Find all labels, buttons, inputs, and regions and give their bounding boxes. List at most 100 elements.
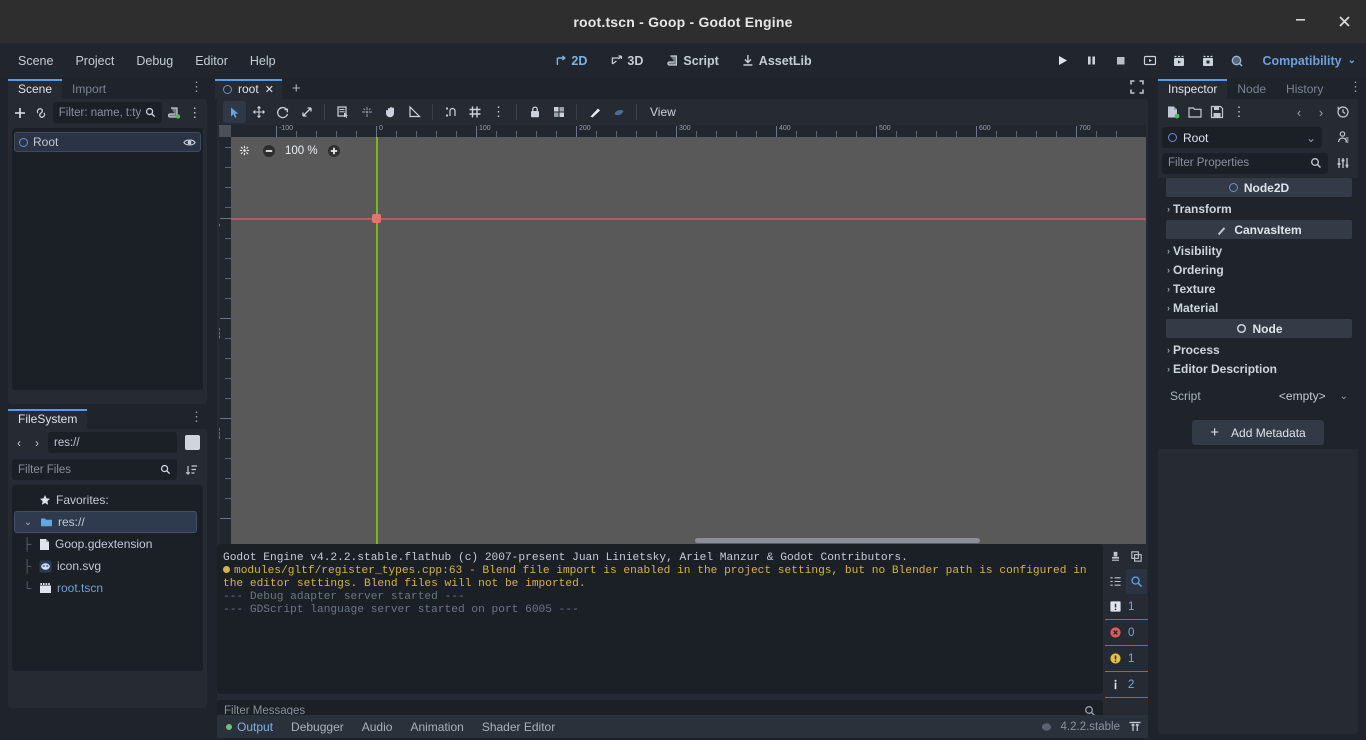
- minimize-button[interactable]: [1278, 0, 1322, 43]
- view-menu-button[interactable]: View: [643, 102, 683, 122]
- property-group-ordering[interactable]: › Ordering: [1158, 260, 1358, 279]
- filesystem-row-gdextension[interactable]: ├ Goop.gdextension: [14, 533, 201, 555]
- new-resource-icon[interactable]: [1162, 101, 1184, 123]
- resource-kebab-icon[interactable]: ⋮: [1228, 101, 1250, 123]
- output-log[interactable]: Godot Engine v4.2.2.stable.flathub (c) 2…: [217, 544, 1103, 694]
- zoom-in-icon[interactable]: [327, 143, 342, 158]
- renderer-selector[interactable]: Compatibility ⌄: [1252, 54, 1360, 68]
- fullscreen-icon[interactable]: [1130, 80, 1144, 94]
- canvas-horizontal-scrollbar[interactable]: [695, 538, 980, 543]
- grid-snap-icon[interactable]: [463, 101, 486, 123]
- open-docs-icon[interactable]: [1332, 126, 1354, 148]
- plus-icon[interactable]: [12, 102, 28, 124]
- mode-2d-button[interactable]: 2D: [546, 50, 595, 72]
- snap-options-kebab-icon[interactable]: ⋮: [487, 101, 510, 123]
- nav-forward-icon[interactable]: ›: [30, 432, 44, 454]
- menu-scene[interactable]: Scene: [8, 50, 63, 72]
- movie-start-icon[interactable]: [1165, 48, 1192, 74]
- add-metadata-button[interactable]: + Add Metadata: [1192, 420, 1324, 445]
- menu-debug[interactable]: Debug: [126, 50, 183, 72]
- scale-mode-icon[interactable]: [295, 101, 318, 123]
- nav-back-icon[interactable]: ‹: [12, 432, 26, 454]
- reload-icon[interactable]: [1332, 101, 1354, 123]
- property-group-editor-description[interactable]: › Editor Description: [1158, 359, 1358, 378]
- mode-3d-button[interactable]: 3D: [602, 50, 651, 72]
- property-group-transform[interactable]: › Transform: [1158, 199, 1358, 218]
- filesystem-row-roottscn[interactable]: └ root.tscn: [14, 577, 201, 599]
- property-group-visibility[interactable]: › Visibility: [1158, 241, 1358, 260]
- menu-help[interactable]: Help: [240, 50, 286, 72]
- toggle-split-icon[interactable]: [181, 432, 203, 454]
- filesystem-filter-input[interactable]: Filter Files: [12, 459, 177, 480]
- skeleton-options-icon[interactable]: [583, 101, 606, 123]
- clear-output-icon[interactable]: [1105, 544, 1126, 569]
- close-button[interactable]: [1322, 0, 1366, 43]
- menu-project[interactable]: Project: [65, 50, 124, 72]
- scene-dock-menu-icon[interactable]: ⋮: [190, 80, 203, 94]
- zoom-out-icon[interactable]: [261, 143, 276, 158]
- filter-properties-input[interactable]: Filter Properties: [1162, 152, 1328, 174]
- property-options-icon[interactable]: [1332, 152, 1354, 174]
- save-resource-icon[interactable]: [1206, 101, 1228, 123]
- ruler-mode-icon[interactable]: [403, 101, 426, 123]
- eye-icon[interactable]: [183, 136, 196, 149]
- instance-child-scene-icon[interactable]: [32, 102, 48, 124]
- inspector-menu-icon[interactable]: ⋮: [1349, 80, 1362, 94]
- counter-warnings[interactable]: 1: [1105, 646, 1148, 672]
- lock-selected-icon[interactable]: [607, 101, 630, 123]
- property-group-texture[interactable]: › Texture: [1158, 279, 1358, 298]
- play-scene-icon[interactable]: [1136, 48, 1163, 74]
- property-group-material[interactable]: › Material: [1158, 298, 1358, 317]
- inspector-object-selector[interactable]: Root ⌄: [1162, 127, 1322, 148]
- create-script-icon[interactable]: [166, 102, 182, 124]
- zoom-reset-icon[interactable]: [237, 143, 252, 158]
- sort-icon[interactable]: [181, 459, 203, 481]
- tab-history[interactable]: History: [1276, 79, 1333, 99]
- 2d-canvas[interactable]: -100 0 100 200 300 400 500 600 700 100 2…: [219, 125, 1146, 545]
- zoom-level-label[interactable]: 100 %: [285, 145, 318, 157]
- mode-assetlib-button[interactable]: AssetLib: [734, 50, 820, 72]
- bottom-tab-debugger[interactable]: Debugger: [282, 717, 353, 737]
- chevron-down-icon[interactable]: ⌄: [21, 517, 35, 528]
- filesystem-row-favorites[interactable]: Favorites:: [14, 489, 201, 511]
- copy-output-icon[interactable]: [1126, 544, 1147, 569]
- load-resource-icon[interactable]: [1184, 101, 1206, 123]
- history-back-icon[interactable]: ‹: [1288, 101, 1310, 123]
- filter-search-icon[interactable]: [1126, 569, 1147, 594]
- counter-editor-messages[interactable]: 2: [1105, 672, 1148, 698]
- tab-node[interactable]: Node: [1227, 79, 1276, 99]
- tab-import[interactable]: Import: [62, 79, 116, 99]
- remote-debug-icon[interactable]: [1223, 48, 1250, 74]
- lock-icon[interactable]: [523, 101, 546, 123]
- scene-tab-root[interactable]: root ✕: [215, 79, 282, 99]
- close-icon[interactable]: ✕: [265, 83, 274, 96]
- group-icon[interactable]: [547, 101, 570, 123]
- scene-filter-input[interactable]: Filter: name, t:ty: [52, 102, 163, 123]
- menu-editor[interactable]: Editor: [185, 50, 238, 72]
- property-group-process[interactable]: › Process: [1158, 340, 1358, 359]
- scene-toolbar-menu-icon[interactable]: ⋮: [187, 102, 203, 124]
- bottom-tab-shader-editor[interactable]: Shader Editor: [473, 717, 564, 737]
- rotate-mode-icon[interactable]: [271, 101, 294, 123]
- bottom-tab-audio[interactable]: Audio: [353, 717, 402, 737]
- play-icon[interactable]: [1049, 48, 1076, 74]
- tab-inspector[interactable]: Inspector: [1158, 79, 1228, 99]
- select-mode-icon[interactable]: [223, 101, 246, 123]
- chevron-down-icon[interactable]: ⌄: [1340, 391, 1348, 402]
- move-mode-icon[interactable]: [247, 101, 270, 123]
- new-scene-tab-button[interactable]: +: [282, 78, 311, 99]
- movie-record-icon[interactable]: [1194, 48, 1221, 74]
- script-property-value-wrap[interactable]: <empty> ⌄: [1279, 389, 1348, 403]
- history-forward-icon[interactable]: ›: [1310, 101, 1332, 123]
- mode-script-button[interactable]: Script: [658, 50, 726, 72]
- stop-icon[interactable]: [1107, 48, 1134, 74]
- tab-filesystem[interactable]: FileSystem: [8, 409, 88, 429]
- filesystem-dock-menu-icon[interactable]: ⋮: [190, 410, 203, 424]
- snap-mode-icon[interactable]: [439, 101, 462, 123]
- pan-mode-icon[interactable]: [379, 101, 402, 123]
- list-select-icon[interactable]: [331, 101, 354, 123]
- bottom-tab-animation[interactable]: Animation: [401, 717, 472, 737]
- pause-icon[interactable]: [1078, 48, 1105, 74]
- bottom-tab-output[interactable]: Output: [217, 717, 282, 737]
- pivot-mode-icon[interactable]: [355, 101, 378, 123]
